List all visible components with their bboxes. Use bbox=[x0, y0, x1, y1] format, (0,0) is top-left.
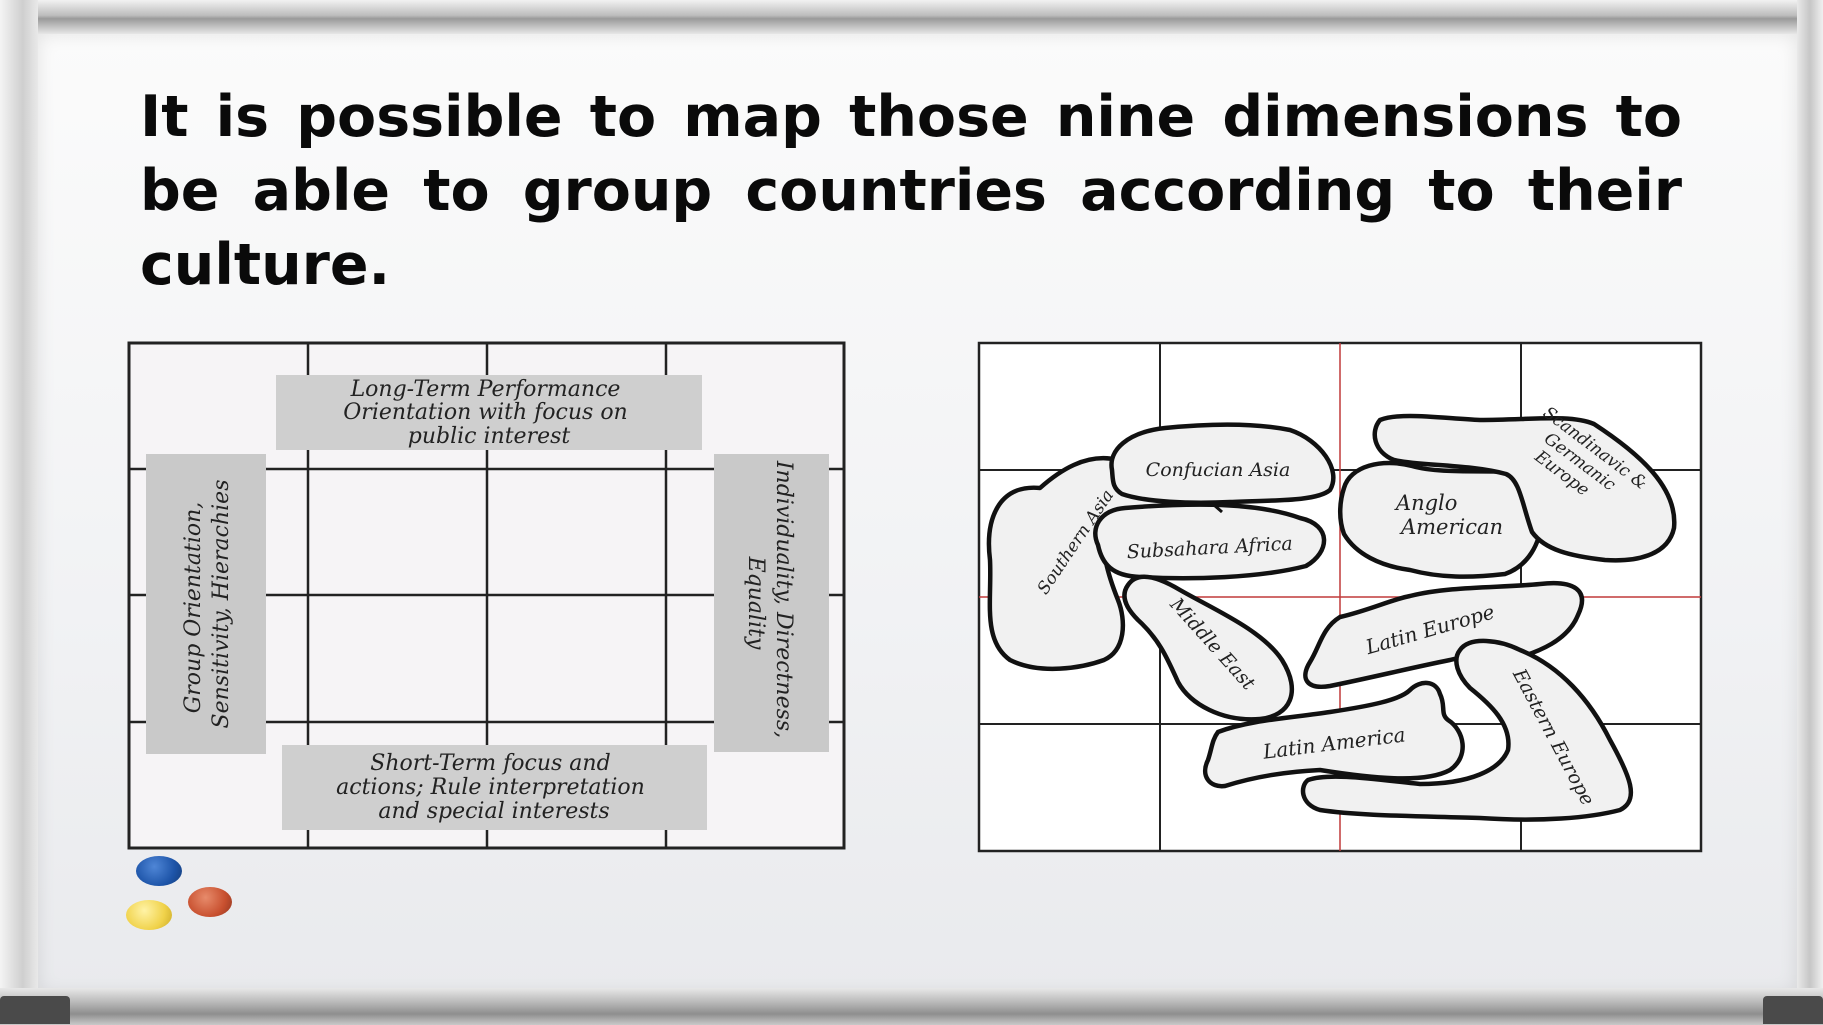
blue-magnet[interactable] bbox=[136, 856, 182, 886]
left-label-box bbox=[146, 454, 266, 754]
yellow-magnet[interactable] bbox=[126, 900, 172, 930]
bottom-label: Short-Term focus and actions; Rule inter… bbox=[336, 751, 652, 824]
dimensions-grid: Long-Term Performance Orientation with f… bbox=[127, 341, 846, 850]
culture-map: Confucian Asia Southern Asia Subsahara A… bbox=[977, 341, 1703, 853]
confucian-asia-label: Confucian Asia bbox=[1146, 459, 1291, 481]
diagrams-canvas: Long-Term Performance Orientation with f… bbox=[127, 341, 1703, 853]
red-magnet[interactable] bbox=[188, 887, 232, 917]
